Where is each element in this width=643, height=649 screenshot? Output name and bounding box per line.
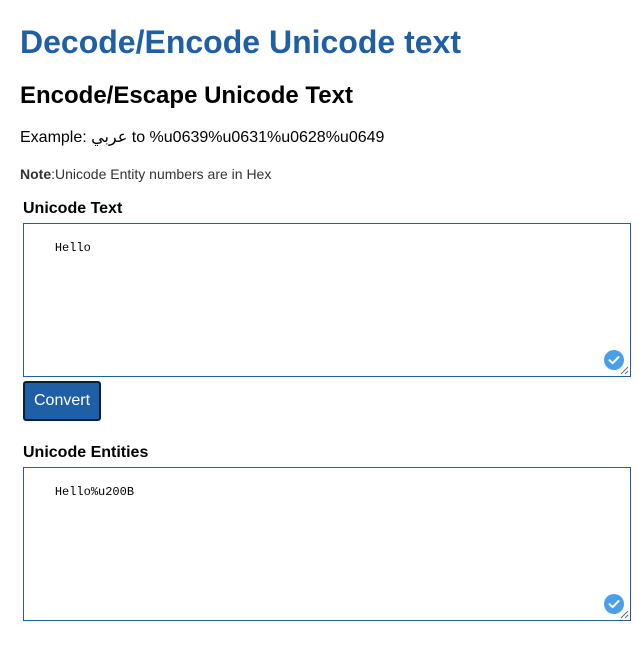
section-title: Encode/Escape Unicode Text bbox=[20, 82, 353, 109]
unicode-text-value: Hello bbox=[54, 241, 91, 255]
unicode-entities-label: Unicode Entities bbox=[23, 444, 149, 461]
unicode-entities-output[interactable]: Hello%u200B bbox=[23, 467, 631, 621]
example-text: Example: عربي to %u0639%u0631%u0628%u064… bbox=[20, 128, 384, 148]
example-arabic: عربي bbox=[91, 129, 128, 146]
resize-handle-icon[interactable] bbox=[620, 366, 629, 375]
convert-button[interactable]: Convert bbox=[23, 381, 101, 421]
example-encoded: %u0639%u0631%u0628%u0649 bbox=[149, 129, 385, 146]
note-body: :Unicode Entity numbers are in Hex bbox=[51, 166, 272, 182]
note-text: Note:Unicode Entity numbers are in Hex bbox=[20, 166, 271, 182]
unicode-entities-value: Hello%u200B bbox=[54, 485, 135, 499]
unicode-text-label: Unicode Text bbox=[23, 200, 123, 217]
example-middle: to bbox=[127, 129, 150, 146]
page: Decode/Encode Unicode text Encode/Escape… bbox=[0, 0, 643, 649]
note-bold-label: Note bbox=[20, 166, 52, 182]
resize-handle-icon[interactable] bbox=[620, 610, 629, 619]
example-prefix: Example: bbox=[20, 129, 92, 146]
unicode-text-input[interactable]: Hello bbox=[23, 223, 631, 377]
page-title: Decode/Encode Unicode text bbox=[20, 24, 461, 60]
